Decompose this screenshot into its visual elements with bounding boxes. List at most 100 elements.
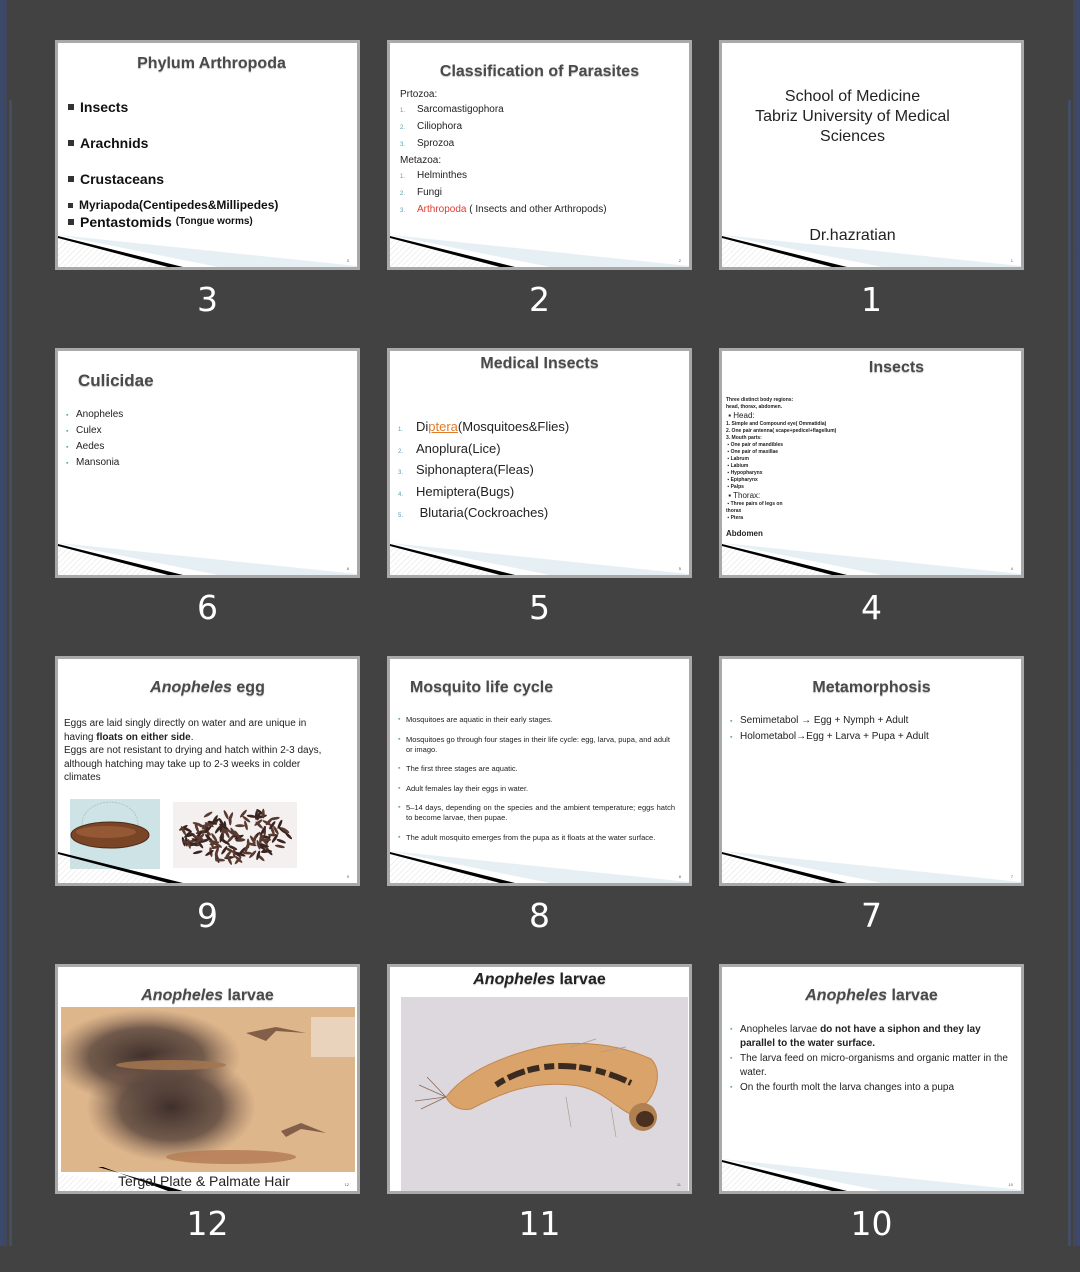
slide-cell-12: Anopheles larvae Tergal Plate & Palmate … [55, 964, 360, 1272]
slide-number-label: 8 [529, 896, 550, 935]
group-label: Metazoa: [400, 155, 442, 166]
slide-thumbnail-4[interactable]: Insects Three distinct body regions: hea… [719, 348, 1024, 578]
list-item: 1. Helminthes [400, 170, 468, 181]
slide-title: Anopheles larvae [473, 971, 606, 988]
list-item: ▪ Ptera [726, 515, 744, 521]
list-item: ▪ Anopheles [66, 409, 124, 420]
square-bullet-icon [68, 202, 73, 208]
list-item: ▪ One pair of maxillae [726, 449, 779, 455]
slide-thumbnail-7[interactable]: Metamorphosis ▪ Semimetabol → Egg + Nymph… [719, 656, 1024, 886]
slide-page-number: 12 [344, 1182, 349, 1187]
list-item: ▪ Three pairs of legs on thorax [726, 501, 783, 514]
slide-number-label: 11 [518, 1204, 561, 1243]
list-item: Arachnids [68, 125, 278, 161]
slide-thumbnail-6[interactable]: Culicidae ▪ Anopheles ▪ Culex ▪ Aedes ▪ Mans… [55, 348, 360, 578]
slide-title: Anopheles larvae [805, 987, 938, 1004]
list-item: 4. Hemiptera(Bugs) [398, 483, 515, 499]
slide-page-number: 10 [1008, 1182, 1013, 1187]
slide-cell-6: Culicidae ▪ Anopheles ▪ Culex ▪ Aedes ▪ Mans… [55, 348, 360, 656]
slide-thumbnail-9[interactable]: Anopheles egg Eggs are laid singly direc… [55, 656, 360, 886]
list-item: ▪ Culex [66, 425, 102, 436]
bullet-list: ▪ Semimetabol → Egg + Nymph + Adult ▪ Holo… [730, 713, 929, 745]
slide-thumbnail-5[interactable]: Medical Insects 1. Diptera(Mosquitoes&Fli… [387, 348, 692, 578]
list-item: ▪ Epipharynx [726, 477, 758, 483]
slide-thumbnail-10[interactable]: Anopheles larvae ▪ Anopheles larvae do no… [719, 964, 1024, 1194]
bullet-list: ▪ Anopheles larvae do not have a siphon a… [730, 1023, 1009, 1097]
slide-page-number: 6 [346, 566, 349, 571]
slide-number-label: 5 [529, 588, 550, 627]
slide-number-label: 10 [850, 1204, 893, 1243]
slide-title: Medical Insects [480, 355, 599, 372]
list-item: 3. Siphonaptera(Fleas) [398, 462, 534, 477]
slide-number-label: 2 [529, 280, 550, 319]
slide-body: Prtozoa: 1. Sarcomastigophora 2. Ciliophor… [400, 87, 607, 219]
slide-cell-2: Classification of Parasites Prtozoa: 1. S… [387, 40, 692, 348]
list-item: 2. Anoplura(Lice) [398, 440, 501, 456]
slide-swoosh-decoration [58, 543, 357, 575]
slide-swoosh-decoration [390, 543, 689, 575]
slide-cell-3: Phylum Arthropoda Insects Arachnids Crus… [55, 40, 360, 348]
list-item: ▪ On the fourth molt the larva changes i… [730, 1082, 955, 1093]
square-bullet-icon [68, 219, 74, 225]
slide-page-number: 9 [346, 874, 349, 879]
slide-swoosh-decoration [58, 235, 357, 267]
right-edge-scrollbar [1068, 0, 1080, 1246]
slide-thumbnail-1[interactable]: School of Medicine Tabriz University of … [719, 40, 1024, 270]
slide-title: Metamorphosis [812, 679, 931, 696]
list-item: ▪ The adult mosquito emerges from the pu… [398, 832, 656, 842]
slide-number-label: 4 [861, 588, 882, 627]
larva-photo [401, 997, 688, 1191]
list-item: ▪ Aedes [66, 441, 105, 452]
bullet-list: Insects Arachnids Crustaceans Myriapoda(… [68, 89, 278, 231]
list-item: ▪ Mosquitoes are aquatic in their early s… [398, 715, 553, 724]
larva-microscope-image [58, 1007, 355, 1172]
slide-cell-4: Insects Three distinct body regions: hea… [719, 348, 1024, 656]
list-item: ▪ The larva feed on micro-organisms and … [730, 1053, 1008, 1078]
slide-number-label: 6 [197, 588, 218, 627]
slide-swoosh-decoration [722, 543, 1021, 575]
list-item: 3. Mouth parts: [726, 435, 762, 441]
list-item: ▪ Adult females lay their eggs in water. [398, 783, 529, 793]
slide-number-label: 7 [861, 896, 882, 935]
slide-number-label: 12 [186, 1204, 229, 1243]
list-item: ▪ Holometabol→Egg + Larva + Pupa + Adult [730, 731, 929, 742]
slide-cell-10: Anopheles larvae ▪ Anopheles larvae do no… [719, 964, 1024, 1272]
slide-title: Classification of Parasites [439, 63, 640, 80]
list-item: ▪ One pair of mandibles [726, 442, 784, 448]
slide-swoosh-decoration [722, 1159, 1021, 1191]
slide-thumbnail-12[interactable]: Anopheles larvae Tergal Plate & Palmate … [55, 964, 360, 1194]
slide-thumbnail-grid: Phylum Arthropoda Insects Arachnids Crus… [55, 40, 1024, 1272]
slide-cell-5: Medical Insects 1. Diptera(Mosquitoes&Fli… [387, 348, 692, 656]
slide-swoosh-decoration [722, 235, 1021, 267]
slide-page-number: 4 [1010, 566, 1013, 571]
slide-page-number: 1 [1010, 258, 1013, 263]
list-item: 1. Diptera(Mosquitoes&Flies) [398, 419, 570, 434]
slide-page-number: 3 [346, 258, 349, 263]
list-item: 2. One pair antenna( scape+pedicel+flage… [726, 428, 837, 434]
left-edge-scrollbar [0, 0, 12, 1246]
slide-title: Phylum Arthropoda [137, 55, 286, 72]
slide-thumbnail-2[interactable]: Classification of Parasites Prtozoa: 1. S… [387, 40, 692, 270]
slide-thumbnail-8[interactable]: Mosquito life cycle ▪ Mosquitoes are aqua… [387, 656, 692, 886]
slide-page-number: 2 [678, 258, 681, 263]
slide-number-label: 9 [197, 896, 218, 935]
slide-title: School of Medicine Tabriz University of … [755, 88, 950, 145]
list-item: 3. Sprozoa [400, 138, 455, 149]
slide-title: Mosquito life cycle [410, 679, 554, 696]
slide-body: Eggs are laid singly directly on water a… [64, 718, 322, 783]
slide-swoosh-decoration [390, 235, 689, 267]
slide-thumbnail-11[interactable]: Anopheles larvae 11 [387, 964, 692, 1194]
slide-page-number: 8 [678, 874, 681, 879]
list-item: ▪ Labium [726, 463, 749, 469]
list-item: ▪ Anopheles larvae do not have a siphon a… [730, 1024, 981, 1049]
list-item: ▪ Mansonia [66, 457, 120, 468]
slide-number-label: 3 [197, 280, 218, 319]
list-item: Insects [68, 89, 278, 125]
slide-body: Three distinct body regions: head, thora… [726, 397, 837, 538]
list-item: ▪ 5–14 days, depending on the species an… [398, 803, 675, 822]
square-bullet-icon [68, 176, 74, 182]
slide-cell-9: Anopheles egg Eggs are laid singly direc… [55, 656, 360, 964]
slide-swoosh-decoration [390, 851, 689, 883]
list-item: 2. Fungi [400, 187, 443, 198]
slide-thumbnail-3[interactable]: Phylum Arthropoda Insects Arachnids Crus… [55, 40, 360, 270]
